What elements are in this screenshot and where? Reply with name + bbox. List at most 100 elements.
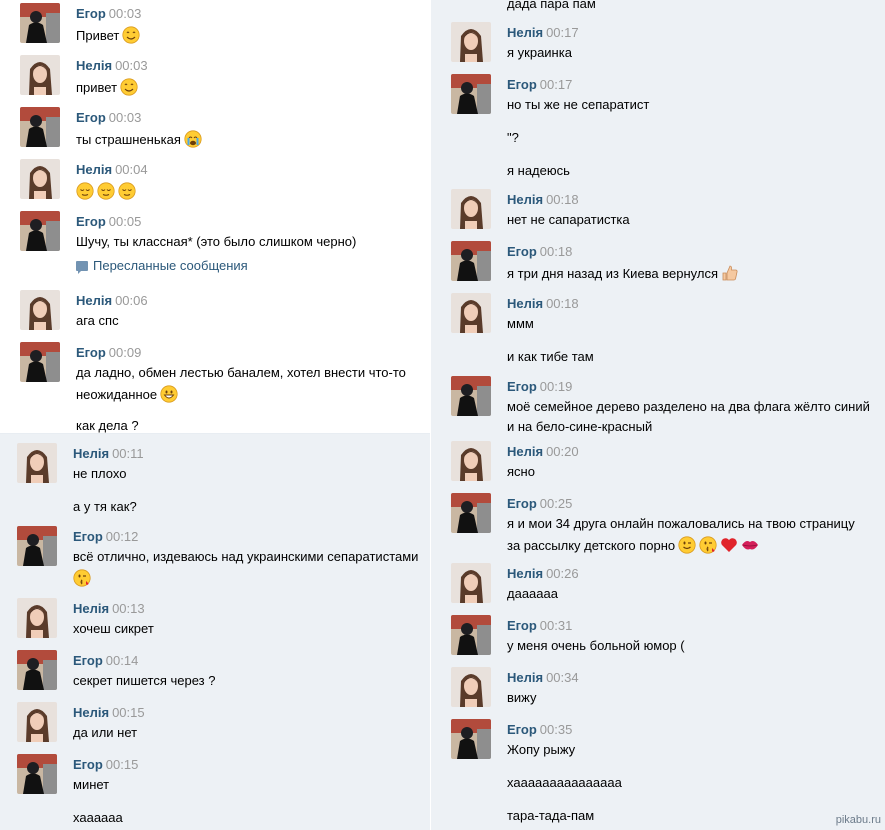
avatar[interactable] [17, 443, 57, 483]
avatar[interactable] [451, 719, 491, 759]
message-header: Нелія 00:20 [507, 444, 579, 460]
avatar[interactable] [20, 159, 60, 199]
message-time[interactable]: 00:03 [109, 110, 142, 125]
message-text: хочеш сикрет [73, 621, 154, 636]
message-line: за рассылку детского порно [507, 536, 759, 554]
avatar[interactable] [17, 526, 57, 566]
avatar[interactable] [20, 55, 60, 95]
message-header: Нелія 00:03 [76, 58, 148, 74]
sender-name[interactable]: Нелія [73, 601, 109, 616]
sender-name[interactable]: Егор [507, 496, 537, 511]
avatar[interactable] [451, 74, 491, 114]
message-line: хааааааааааааааа [507, 775, 622, 791]
message-header: Егор 00:31 [507, 618, 572, 634]
sender-name[interactable]: Нелія [507, 192, 543, 207]
avatar[interactable] [17, 650, 57, 690]
avatar[interactable] [451, 667, 491, 707]
forwarded-messages-link[interactable]: Пересланные сообщения [76, 258, 248, 274]
avatar[interactable] [451, 241, 491, 281]
sender-name[interactable]: Егор [76, 345, 106, 360]
sender-name[interactable]: Нелія [76, 58, 112, 73]
avatar[interactable] [451, 293, 491, 333]
message-header: Нелія 00:15 [73, 705, 145, 721]
message-time[interactable]: 00:19 [540, 379, 573, 394]
sender-name[interactable]: Нелія [507, 670, 543, 685]
sender-name[interactable]: Егор [73, 757, 103, 772]
message-header: Нелія 00:11 [73, 446, 144, 462]
sender-name[interactable]: Егор [507, 77, 537, 92]
message-time[interactable]: 00:26 [546, 566, 579, 581]
message-line [76, 182, 136, 200]
chat-panel-right: дада пара пам Нелія 00:17 я украинка Егор 00… [431, 0, 885, 830]
sender-name[interactable]: Егор [507, 618, 537, 633]
avatar[interactable] [451, 441, 491, 481]
avatar[interactable] [451, 615, 491, 655]
sender-name[interactable]: Нелія [73, 446, 109, 461]
message-time[interactable]: 00:13 [112, 601, 145, 616]
avatar[interactable] [451, 22, 491, 62]
avatar[interactable] [17, 702, 57, 742]
message-time[interactable]: 00:15 [106, 757, 139, 772]
sender-name[interactable]: Егор [73, 529, 103, 544]
message-line: Привет [76, 26, 140, 44]
message-text: ты страшненькая [76, 132, 181, 147]
sender-name[interactable]: Нелія [507, 25, 543, 40]
message-time[interactable]: 00:35 [540, 722, 573, 737]
message-time[interactable]: 00:15 [112, 705, 145, 720]
message-time[interactable]: 00:31 [540, 618, 573, 633]
sender-name[interactable]: Нелія [76, 162, 112, 177]
message-time[interactable]: 00:34 [546, 670, 579, 685]
message-time[interactable]: 00:06 [115, 293, 148, 308]
message-line: я три дня назад из Киева вернулся [507, 264, 739, 281]
sender-name[interactable]: Егор [507, 722, 537, 737]
sender-name[interactable]: Нелія [73, 705, 109, 720]
sender-name[interactable]: Егор [76, 214, 106, 229]
avatar[interactable] [451, 376, 491, 416]
message-time[interactable]: 00:14 [106, 653, 139, 668]
message-time[interactable]: 00:11 [112, 446, 144, 461]
message-header: Нелія 00:18 [507, 192, 579, 208]
message-time[interactable]: 00:12 [106, 529, 139, 544]
message-text: не плохо [73, 466, 127, 481]
sender-name[interactable]: Егор [507, 244, 537, 259]
avatar[interactable] [17, 754, 57, 794]
message-time[interactable]: 00:18 [546, 296, 579, 311]
message-time[interactable]: 00:17 [540, 77, 573, 92]
message-time[interactable]: 00:09 [109, 345, 142, 360]
sender-name[interactable]: Нелія [507, 296, 543, 311]
message-time[interactable]: 00:18 [540, 244, 573, 259]
avatar[interactable] [451, 563, 491, 603]
avatar[interactable] [17, 598, 57, 638]
avatar[interactable] [451, 493, 491, 533]
sender-name[interactable]: Нелія [507, 444, 543, 459]
message-text: неожиданное [76, 387, 158, 402]
sender-name[interactable]: Егор [507, 379, 537, 394]
message-time[interactable]: 00:04 [115, 162, 148, 177]
message-line: да ладно, обмен лестью баналем, хотел вн… [76, 365, 406, 381]
sender-name[interactable]: Егор [76, 6, 106, 21]
avatar[interactable] [20, 290, 60, 330]
message-time[interactable]: 00:20 [546, 444, 579, 459]
avatar[interactable] [20, 107, 60, 147]
avatar[interactable] [451, 189, 491, 229]
message-text: хааааааааааааааа [507, 775, 622, 790]
kiss-emoji [699, 536, 717, 554]
sender-name[interactable]: Нелія [507, 566, 543, 581]
message-time[interactable]: 00:03 [109, 6, 142, 21]
sender-name[interactable]: Нелія [76, 293, 112, 308]
message-text: ага спс [76, 313, 119, 328]
message-time[interactable]: 00:05 [109, 214, 142, 229]
sender-name[interactable]: Егор [73, 653, 103, 668]
avatar[interactable] [20, 211, 60, 251]
message-time[interactable]: 00:17 [546, 25, 579, 40]
message-line: ммм [507, 316, 534, 332]
avatar[interactable] [20, 342, 60, 382]
message-time[interactable]: 00:18 [546, 192, 579, 207]
message-time[interactable]: 00:03 [115, 58, 148, 73]
message-time[interactable]: 00:25 [540, 496, 573, 511]
sender-name[interactable]: Егор [76, 110, 106, 125]
message-line: а у тя как? [73, 499, 137, 515]
avatar[interactable] [20, 3, 60, 43]
message-header: Егор 00:19 [507, 379, 572, 395]
message-header: Егор 00:14 [73, 653, 138, 669]
